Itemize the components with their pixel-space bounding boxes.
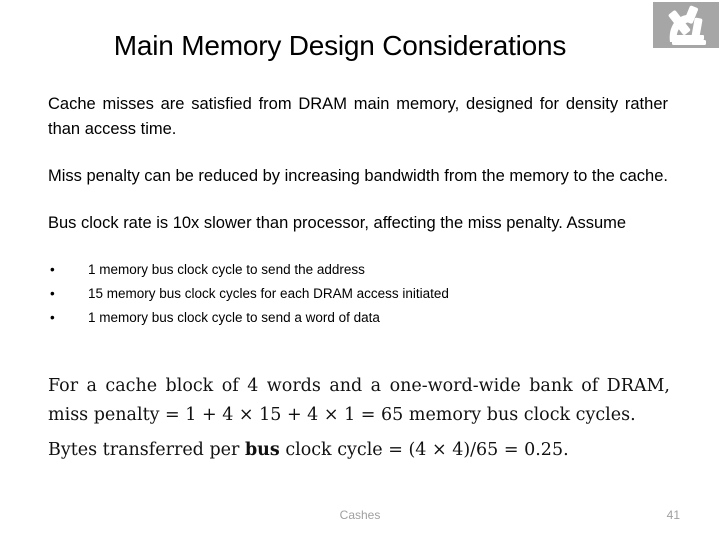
list-item-label: 1 memory bus clock cycle to send a word …: [88, 310, 380, 325]
bullet-icon: •: [50, 262, 55, 277]
page-number: 41: [666, 508, 680, 522]
bullet-icon: •: [50, 310, 55, 325]
math-block: For a cache block of 4 words and a one-w…: [48, 372, 670, 465]
list-item: • 1 memory bus clock cycle to send a wor…: [48, 306, 668, 330]
page-title: Main Memory Design Considerations: [113, 30, 567, 61]
paragraph-1: Cache misses are satisfied from DRAM mai…: [48, 95, 668, 138]
math-line2-suffix: clock cycle = (4 × 4)/65 = 0.25.: [279, 440, 569, 460]
body-content: Cache misses are satisfied from DRAM mai…: [48, 92, 668, 330]
math-line2-bold: bus: [244, 440, 280, 460]
list-item-label: 1 memory bus clock cycle to send the add…: [88, 262, 365, 277]
math-paragraph: For a cache block of 4 words and a one-w…: [48, 376, 670, 425]
bullet-icon: •: [50, 286, 55, 301]
list-item: • 1 memory bus clock cycle to send the a…: [48, 258, 668, 282]
microscope-icon: [653, 2, 719, 48]
list-item-label: 15 memory bus clock cycles for each DRAM…: [88, 286, 449, 301]
math-line2-prefix: Bytes transferred per: [48, 440, 245, 460]
paragraph-2: Miss penalty can be reduced by increasin…: [48, 167, 668, 185]
list-item: • 15 memory bus clock cycles for each DR…: [48, 282, 668, 306]
paragraph-3: Bus clock rate is 10x slower than proces…: [48, 214, 627, 232]
math-equation-line: Bytes transferred per bus clock cycle = …: [48, 436, 670, 465]
slide: Main Memory Design Considerations Cache …: [0, 0, 720, 540]
bullet-list: • 1 memory bus clock cycle to send the a…: [48, 258, 668, 330]
footer-title: Cashes: [339, 508, 381, 522]
footer: Cashes 41: [0, 508, 720, 532]
